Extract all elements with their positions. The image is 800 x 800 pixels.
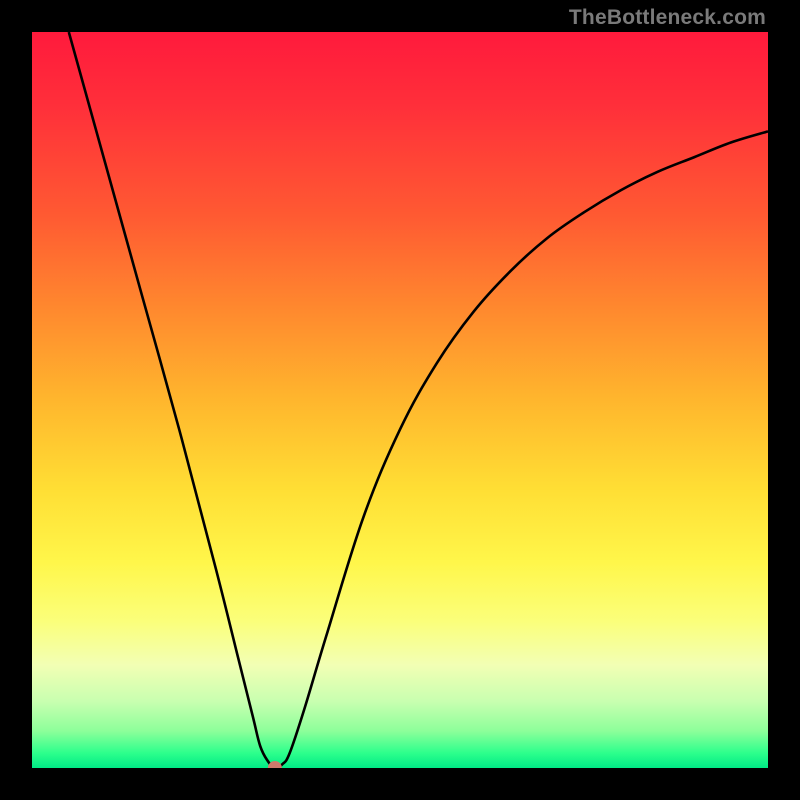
chart-frame: TheBottleneck.com (0, 0, 800, 800)
plot-area (32, 32, 768, 768)
curve-layer (32, 32, 768, 768)
bottleneck-curve (69, 32, 768, 768)
watermark-text: TheBottleneck.com (569, 6, 766, 30)
